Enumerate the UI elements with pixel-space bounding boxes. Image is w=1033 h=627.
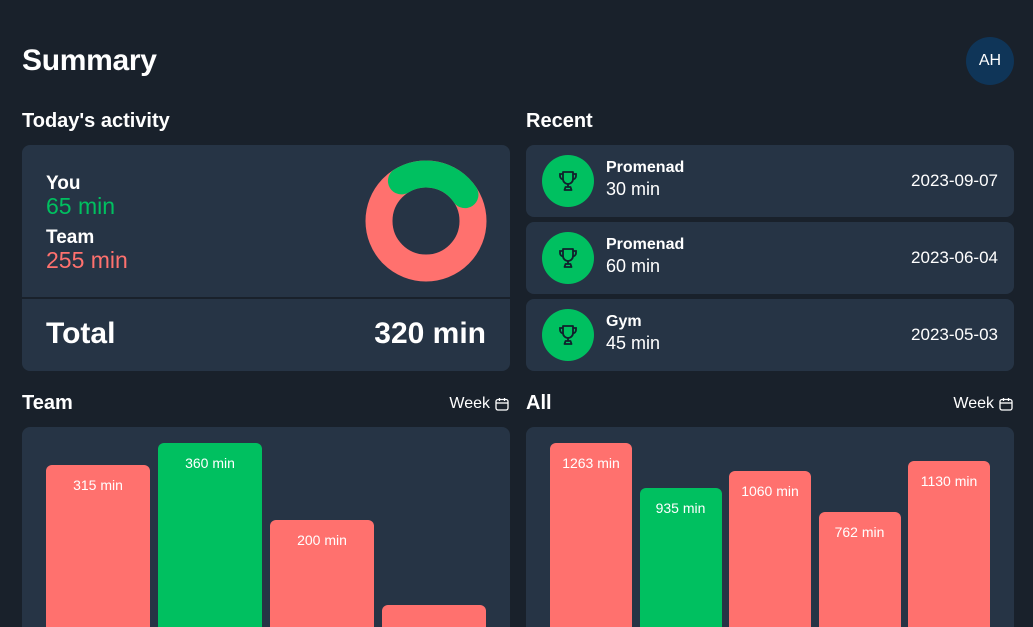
- bar[interactable]: 1130 min: [908, 461, 990, 627]
- page-title: Summary: [22, 44, 157, 77]
- you-value: 65 min: [46, 193, 116, 219]
- recent-item[interactable]: Promenad 60 min 2023-06-04: [526, 222, 1014, 294]
- you-label: You: [46, 173, 81, 194]
- bar-label: 762 min: [834, 524, 885, 540]
- team-period-label: Week: [449, 395, 490, 412]
- recent-activity-date: 2023-06-04: [911, 248, 998, 267]
- team-label: Team: [46, 227, 95, 248]
- bar[interactable]: 1060 min: [729, 471, 811, 627]
- team-section-title: Team: [22, 392, 73, 414]
- trophy-icon: [542, 309, 594, 361]
- total-label: Total: [46, 317, 116, 350]
- recent-activity-name: Gym: [606, 313, 642, 330]
- calendar-icon: [999, 398, 1013, 411]
- avatar-initials: AH: [978, 52, 1002, 69]
- activity-card: You 65 min Team 255 min: [22, 145, 510, 297]
- bar-label: 200 min: [297, 532, 347, 548]
- bar-label: 360 min: [185, 455, 235, 471]
- donut-you-segment: [387, 160, 479, 209]
- bar-label: 935 min: [655, 500, 706, 516]
- team-period-selector[interactable]: Week: [449, 395, 509, 413]
- recent-item[interactable]: Gym 45 min 2023-05-03: [526, 299, 1014, 371]
- avatar[interactable]: AH: [966, 37, 1014, 85]
- trophy-icon: [542, 232, 594, 284]
- calendar-icon: [495, 398, 509, 411]
- total-card: Total 320 min: [22, 299, 510, 371]
- trophy-icon: [542, 155, 594, 207]
- recent-activity-duration: 30 min: [606, 179, 661, 199]
- recent-activity-date: 2023-09-07: [911, 171, 998, 190]
- bar-label: 1263 min: [562, 455, 620, 471]
- total-value: 320 min: [374, 317, 486, 350]
- bar[interactable]: 360 min: [158, 443, 262, 627]
- bar-label: 1060 min: [741, 483, 799, 499]
- team-bar-chart: 315 min 360 min 200 min: [22, 427, 510, 627]
- recent-activity-name: Promenad: [606, 236, 685, 253]
- bar[interactable]: 1263 min: [550, 443, 632, 627]
- recent-activity-name: Promenad: [606, 159, 685, 176]
- recent-item[interactable]: Promenad 30 min 2023-09-07: [526, 145, 1014, 217]
- bar[interactable]: 315 min: [46, 465, 150, 627]
- bar[interactable]: 935 min: [639, 488, 722, 627]
- activity-section-title: Today's activity: [22, 110, 170, 132]
- bar[interactable]: [382, 605, 486, 627]
- bar-label: 1130 min: [920, 473, 978, 489]
- recent-section-title: Recent: [526, 110, 593, 132]
- all-section-title: All: [526, 392, 552, 414]
- bar-label: 315 min: [73, 477, 123, 493]
- recent-activity-duration: 60 min: [606, 256, 661, 276]
- bar[interactable]: 762 min: [818, 512, 901, 627]
- all-bar-chart: 1263 min 935 min 1060 min 762 min 1130 min: [526, 427, 1014, 627]
- bar[interactable]: 200 min: [270, 520, 374, 627]
- team-value: 255 min: [46, 247, 128, 273]
- all-period-label: Week: [953, 395, 994, 412]
- recent-activity-duration: 45 min: [606, 333, 661, 353]
- recent-activity-date: 2023-05-03: [911, 325, 998, 344]
- all-period-selector[interactable]: Week: [953, 395, 1013, 413]
- activity-donut-chart: [365, 160, 487, 282]
